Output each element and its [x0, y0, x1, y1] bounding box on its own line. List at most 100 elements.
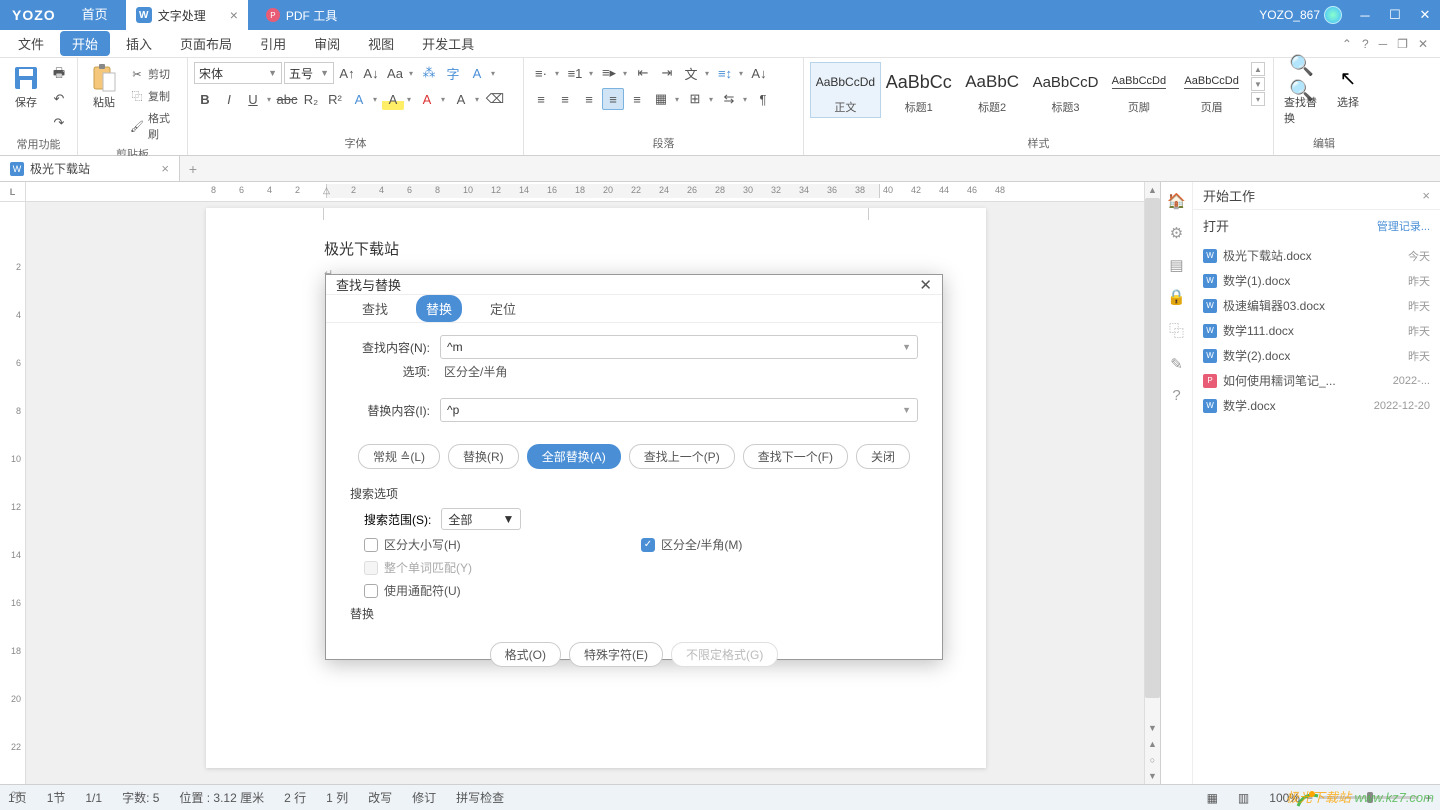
vertical-scrollbar[interactable]: ▲ ▼ ▲ ○ ▼ [1144, 182, 1160, 784]
close-icon[interactable]: × [1422, 188, 1430, 203]
width-checkbox[interactable]: ✓区分全/半角(M) [641, 536, 918, 553]
status-spell[interactable]: 拼写检查 [456, 789, 504, 806]
font-name-combo[interactable]: 宋体▼ [194, 62, 282, 84]
close-button[interactable]: 关闭 [856, 444, 910, 469]
maximize-button[interactable]: ☐ [1380, 7, 1410, 23]
close-icon[interactable]: × [230, 7, 238, 23]
copy-button[interactable]: ⿻复制 [126, 86, 181, 106]
style-up-icon[interactable]: ▲ [1251, 62, 1265, 76]
menu-开始[interactable]: 开始 [60, 31, 110, 56]
task-lock-icon[interactable]: 🔒 [1167, 288, 1186, 306]
menu-引用[interactable]: 引用 [248, 31, 298, 56]
undo-button[interactable]: ↶ [48, 88, 70, 110]
style-down-icon[interactable]: ▼ [1251, 77, 1265, 91]
document-tab[interactable]: W 极光下载站 × [0, 156, 180, 181]
dialog-tab-替换[interactable]: 替换 [416, 295, 462, 322]
task-edit-icon[interactable]: ✎ [1170, 355, 1183, 373]
task-copy-icon[interactable]: ⿻ [1169, 320, 1184, 341]
shading-button[interactable]: ▦ [650, 88, 672, 110]
account-area[interactable]: YOZO_867 [1251, 6, 1350, 24]
save-button[interactable]: 保存 [6, 62, 46, 112]
manage-records-link[interactable]: 管理记录... [1377, 218, 1430, 234]
style-正文[interactable]: AaBbCcDd正文 [810, 62, 881, 118]
line-spacing-button[interactable]: ≡↕ [714, 62, 736, 84]
dialog-tab-查找[interactable]: 查找 [352, 295, 398, 322]
view-print-icon[interactable]: ▦ [1207, 791, 1218, 805]
chevron-down-icon[interactable]: ▼ [902, 342, 911, 352]
subscript-button[interactable]: R₂ [300, 88, 322, 110]
chevron-down-icon[interactable]: ▼ [902, 405, 911, 415]
highlight-button[interactable]: A [382, 88, 404, 110]
general-button[interactable]: 常规 ≙(L) [358, 444, 440, 469]
cut-button[interactable]: ✂剪切 [126, 64, 181, 84]
menu-视图[interactable]: 视图 [356, 31, 406, 56]
phonetic-button[interactable]: ⁂ [418, 62, 440, 84]
dialog-title-bar[interactable]: 查找与替换 ✕ [326, 275, 942, 295]
find-prev-button[interactable]: 查找上一个(P) [629, 444, 735, 469]
scroll-down-icon[interactable]: ▼ [1145, 720, 1160, 736]
status-revise[interactable]: 修订 [412, 789, 436, 806]
text-direction-button[interactable]: 文 [680, 62, 702, 84]
align-center-button[interactable]: ≡ [554, 88, 576, 110]
multilevel-button[interactable]: ≡▸ [598, 62, 620, 84]
restore-icon[interactable]: ❐ [1397, 37, 1408, 51]
minimize-button[interactable]: ─ [1350, 8, 1380, 23]
ribbon-collapse-icon[interactable]: ⌃ [1342, 37, 1352, 51]
scroll-thumb[interactable] [1145, 198, 1160, 698]
justify-button[interactable]: ≡ [602, 88, 624, 110]
case-checkbox[interactable]: 区分大小写(H) [364, 536, 641, 553]
paste-button[interactable]: 粘贴 [84, 62, 124, 112]
print-button[interactable]: 🖶 [48, 64, 70, 86]
close-icon[interactable]: ✕ [1418, 37, 1428, 51]
min-icon[interactable]: ─ [1379, 37, 1388, 51]
distribute-button[interactable]: ≡ [626, 88, 648, 110]
view-web-icon[interactable]: ▥ [1238, 791, 1249, 805]
align-right-button[interactable]: ≡ [578, 88, 600, 110]
menu-页面布局[interactable]: 页面布局 [168, 31, 244, 56]
recent-file[interactable]: W数学(1).docx昨天 [1193, 268, 1440, 293]
clear-format-button[interactable]: ⌫ [484, 88, 506, 110]
align-left-button[interactable]: ≡ [530, 88, 552, 110]
char-border-button[interactable]: A [466, 62, 488, 84]
style-标题2[interactable]: AaBbC标题2 [957, 62, 1028, 118]
superscript-button[interactable]: R² [324, 88, 346, 110]
prev-page-icon[interactable]: ▲ [1145, 736, 1160, 752]
increase-font-button[interactable]: A↑ [336, 62, 358, 84]
show-marks-button[interactable]: ¶ [752, 88, 774, 110]
style-页眉[interactable]: AaBbCcDd页眉 [1176, 62, 1247, 118]
close-icon[interactable]: ✕ [919, 276, 932, 294]
menu-开发工具[interactable]: 开发工具 [410, 31, 486, 56]
replace-input[interactable]: ^p▼ [440, 398, 918, 422]
enclose-button[interactable]: 字 [442, 62, 464, 84]
char-shading-button[interactable]: A [450, 88, 472, 110]
style-页脚[interactable]: AaBbCcDd页脚 [1104, 62, 1175, 118]
help-icon[interactable]: ? [1362, 37, 1369, 51]
home-tab[interactable]: 首页 [64, 0, 126, 30]
doc-type-tab-active[interactable]: W 文字处理 × [126, 0, 248, 30]
italic-button[interactable]: I [218, 88, 240, 110]
wildcard-checkbox[interactable]: 使用通配符(U) [364, 582, 641, 599]
find-next-button[interactable]: 查找下一个(F) [743, 444, 848, 469]
change-case-button[interactable]: Aa [384, 62, 406, 84]
font-color-button[interactable]: A [416, 88, 438, 110]
task-settings-icon[interactable]: ⚙ [1170, 224, 1183, 242]
increase-indent-button[interactable]: ⇥ [656, 62, 678, 84]
text-effect-button[interactable]: A [348, 88, 370, 110]
tab-stops-button[interactable]: ⇆ [718, 88, 740, 110]
search-range-combo[interactable]: 全部▼ [441, 508, 521, 530]
style-标题3[interactable]: AaBbCcD标题3 [1030, 62, 1102, 118]
style-more-icon[interactable]: ▾ [1251, 92, 1265, 106]
decrease-font-button[interactable]: A↓ [360, 62, 382, 84]
bullets-button[interactable]: ≡· [530, 62, 552, 84]
close-icon[interactable]: × [161, 161, 169, 176]
close-window-button[interactable]: ✕ [1410, 7, 1440, 23]
recent-file[interactable]: W数学(2).docx昨天 [1193, 343, 1440, 368]
recent-file[interactable]: W极速编辑器03.docx昨天 [1193, 293, 1440, 318]
recent-file[interactable]: W数学111.docx昨天 [1193, 318, 1440, 343]
task-help-icon[interactable]: ? [1172, 387, 1180, 404]
replace-all-button[interactable]: 全部替换(A) [527, 444, 621, 469]
menu-文件[interactable]: 文件 [6, 31, 56, 56]
decrease-indent-button[interactable]: ⇤ [632, 62, 654, 84]
recent-file[interactable]: P如何使用糯词笔记_...2022-... [1193, 368, 1440, 393]
dialog-tab-定位[interactable]: 定位 [480, 295, 526, 322]
